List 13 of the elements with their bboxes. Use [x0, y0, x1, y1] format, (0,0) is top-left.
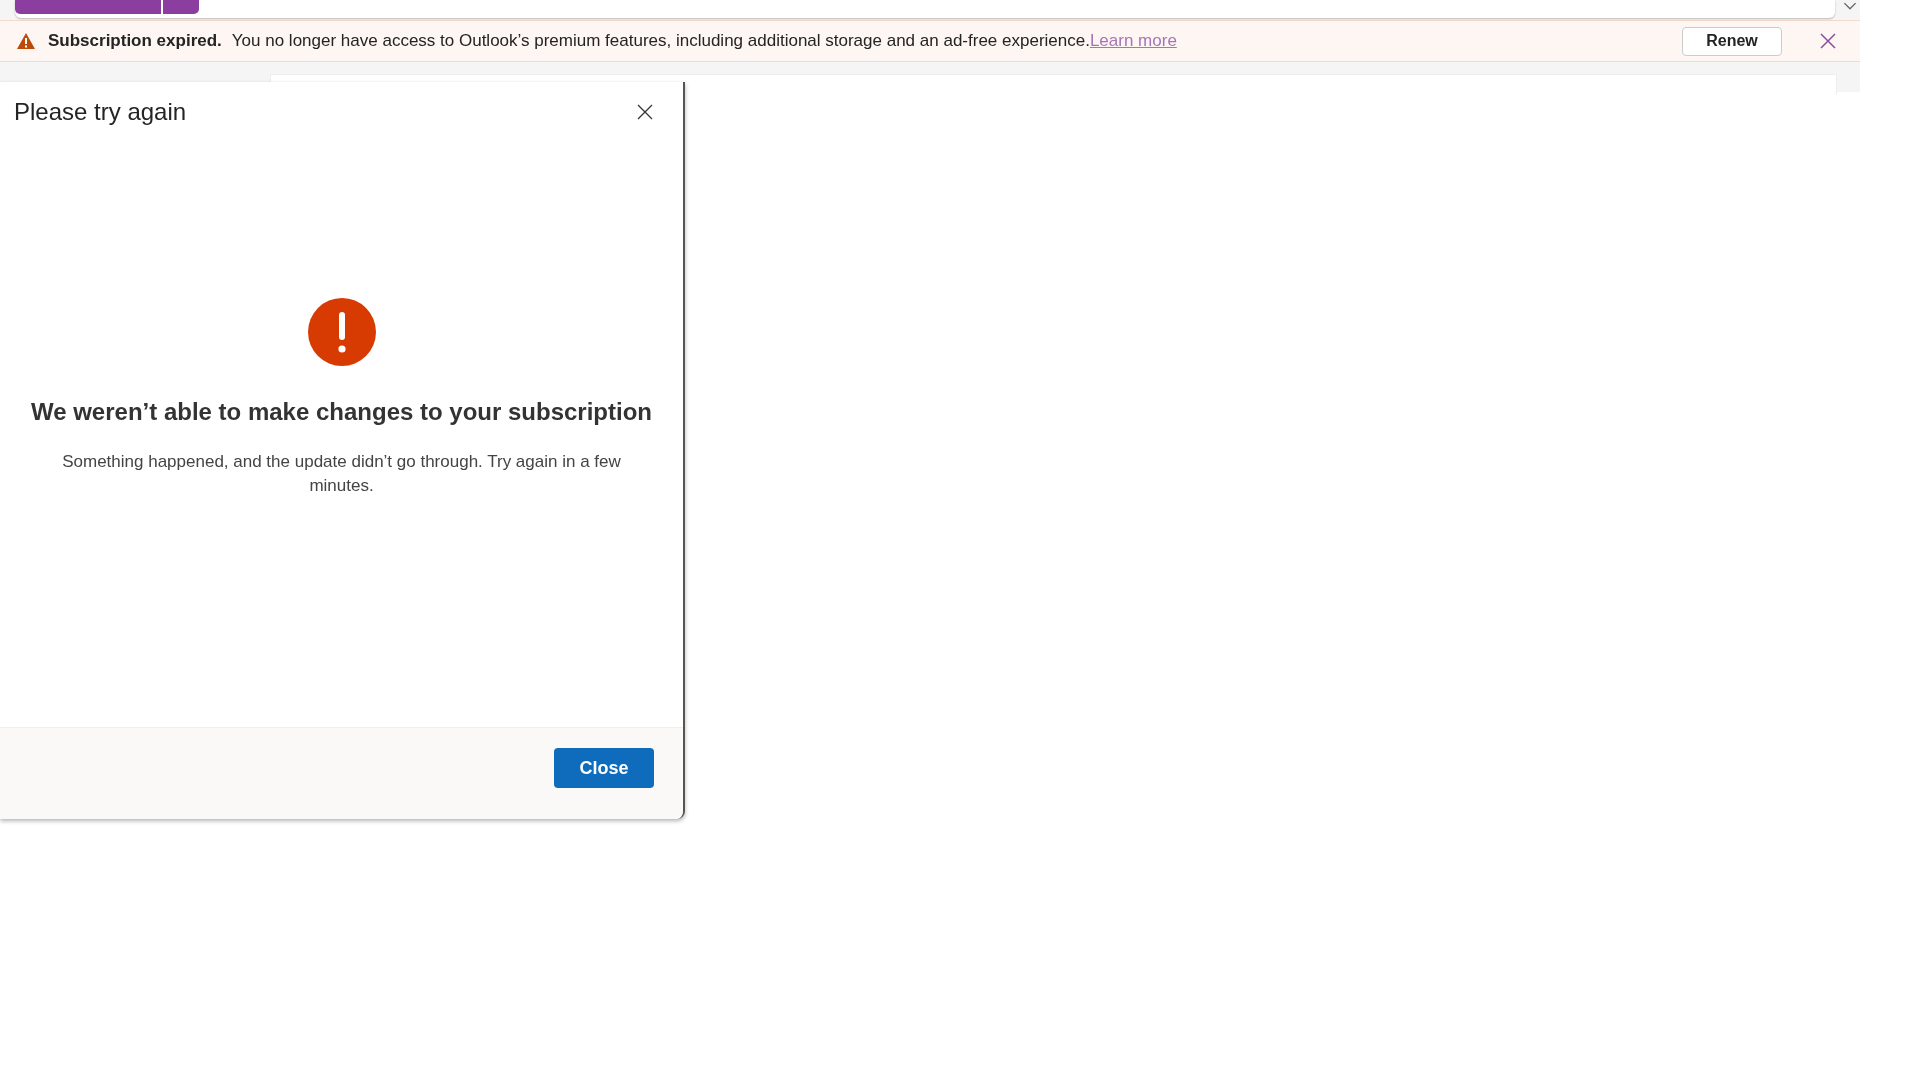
close-icon[interactable] [637, 104, 653, 120]
warning-icon [16, 32, 36, 50]
learn-more-link[interactable]: Learn more [1089, 31, 1177, 51]
banner-message: You no longer have access to Outlook’s premium features, including additional storage and an ad-free experience. [231, 31, 1090, 51]
close-button[interactable]: Close [554, 748, 654, 788]
chevron-down-icon[interactable] [1843, 2, 1857, 11]
error-icon [307, 298, 376, 366]
renew-button[interactable]: Renew [1682, 26, 1782, 56]
banner-title: Subscription expired. [48, 31, 222, 51]
dialog-heading: We weren’t able to make changes to your subscription [30, 398, 652, 426]
close-icon[interactable] [1820, 33, 1836, 49]
dialog-title: Please try again [14, 98, 187, 126]
dialog-message: Something happened, and the update didn’t go through. Try again in a few minutes. [61, 451, 622, 497]
